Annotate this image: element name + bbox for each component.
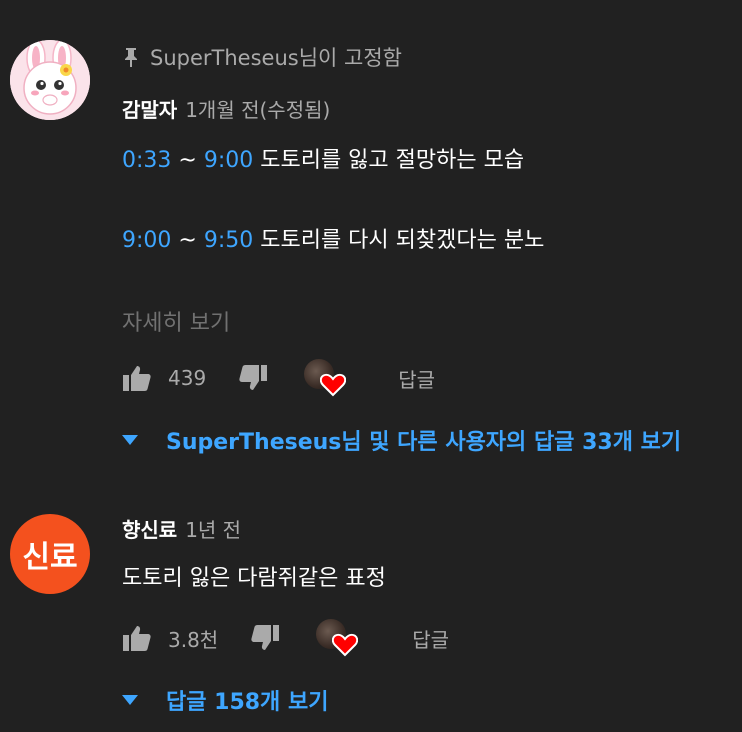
comment-text: 도토리를 다시 되찾겠다는 분노 — [253, 228, 545, 253]
read-more-button[interactable]: 자세히 보기 — [122, 305, 230, 337]
comment-header: 감말자 1개월 전(수정됨) — [122, 94, 330, 123]
thumb-down-icon[interactable] — [250, 623, 280, 653]
pin-icon — [125, 48, 137, 67]
caret-down-icon — [122, 435, 138, 445]
comment-text: 도토리를 잃고 절망하는 모습 — [253, 148, 525, 173]
view-replies-button[interactable]: SuperTheseus님 및 다른 사용자의 답글 33개 보기 — [122, 422, 681, 458]
timestamp-separator: ~ — [171, 228, 204, 253]
like-count: 439 — [168, 366, 207, 390]
comment-time[interactable]: 1년 전 — [185, 514, 241, 543]
avatar-initials: 신료 — [22, 540, 78, 575]
author-name[interactable]: 향신료 — [122, 514, 177, 543]
like-count: 3.8천 — [168, 627, 219, 652]
avatar[interactable]: 신료 — [10, 514, 90, 594]
comment-text: 도토리 잃은 다람쥐같은 표정 — [122, 566, 386, 591]
heart-icon — [320, 373, 347, 397]
comment-text-line-1: 0:33 ~ 9:00 도토리를 잃고 절망하는 모습 — [122, 142, 524, 174]
creator-heart — [316, 619, 359, 657]
comment-actions: 3.8천 답글 — [122, 618, 449, 658]
comment-text-line-2: 9:00 ~ 9:50 도토리를 다시 되찾겠다는 분노 — [122, 222, 544, 254]
view-replies-button[interactable]: 답글 158개 보기 — [122, 682, 328, 718]
timestamp-link[interactable]: 9:50 — [204, 228, 253, 253]
timestamp-link[interactable]: 9:00 — [204, 148, 253, 173]
heart-icon — [332, 633, 359, 657]
thumb-up-icon[interactable] — [122, 623, 152, 653]
thumb-down-icon[interactable] — [238, 363, 268, 393]
timestamp-link[interactable]: 0:33 — [122, 148, 171, 173]
pinned-indicator: SuperTheseus님이 고정함 — [122, 42, 402, 72]
caret-down-icon — [122, 695, 138, 705]
comment-header: 향신료 1년 전 — [122, 514, 241, 543]
timestamp-link[interactable]: 9:00 — [122, 228, 171, 253]
comment-time[interactable]: 1개월 전(수정됨) — [185, 94, 330, 123]
view-replies-label: SuperTheseus님 및 다른 사용자의 답글 33개 보기 — [166, 430, 682, 455]
author-name[interactable]: 감말자 — [122, 94, 177, 123]
reply-button[interactable]: 답글 — [398, 364, 435, 393]
pinned-label: SuperTheseus님이 고정함 — [150, 46, 402, 70]
avatar[interactable] — [10, 40, 90, 120]
creator-heart — [304, 359, 347, 397]
view-replies-label: 답글 158개 보기 — [166, 690, 329, 715]
bunny-avatar-image — [10, 40, 90, 120]
reply-button[interactable]: 답글 — [412, 624, 449, 653]
timestamp-separator: ~ — [171, 148, 204, 173]
thumb-up-icon[interactable] — [122, 363, 152, 393]
comment-actions: 439 답글 — [122, 358, 435, 398]
